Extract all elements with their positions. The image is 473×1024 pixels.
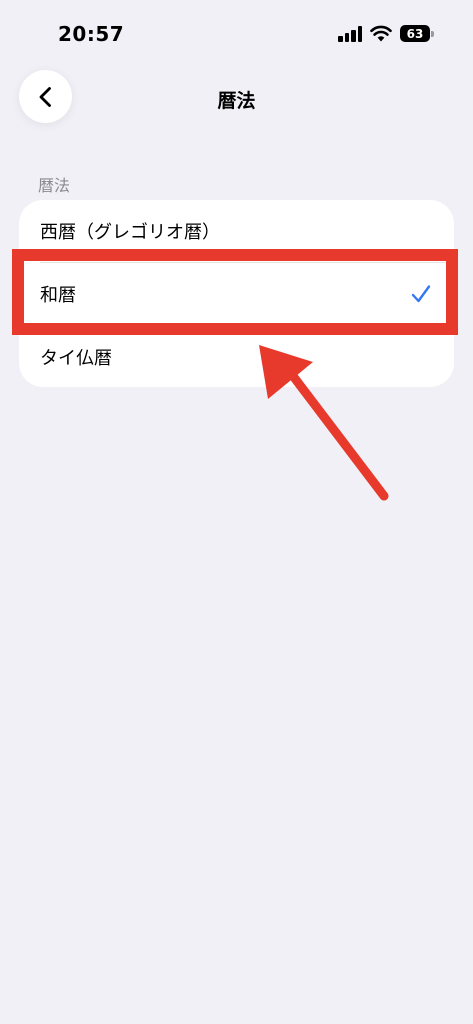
battery-icon: 63 (400, 25, 430, 42)
section-header: 暦法 (38, 176, 71, 195)
option-label: 西暦（グレゴリオ暦） (40, 222, 220, 243)
option-label: タイ仏暦 (40, 348, 112, 369)
annotation-arrow-icon (259, 345, 389, 501)
screen: 20:57 63 暦法 暦法 西暦（グレゴリオ暦） 和暦 タイ仏暦 (0, 0, 473, 1024)
page-title: 暦法 (217, 90, 256, 112)
status-time: 20:57 (58, 22, 125, 46)
battery-cap (431, 31, 434, 37)
option-thai-buddhist[interactable]: タイ仏暦 (19, 326, 454, 388)
signal-icon (338, 26, 363, 42)
wifi-icon (370, 25, 392, 42)
annotation-highlight-box (12, 249, 458, 335)
battery-level: 63 (406, 26, 424, 41)
